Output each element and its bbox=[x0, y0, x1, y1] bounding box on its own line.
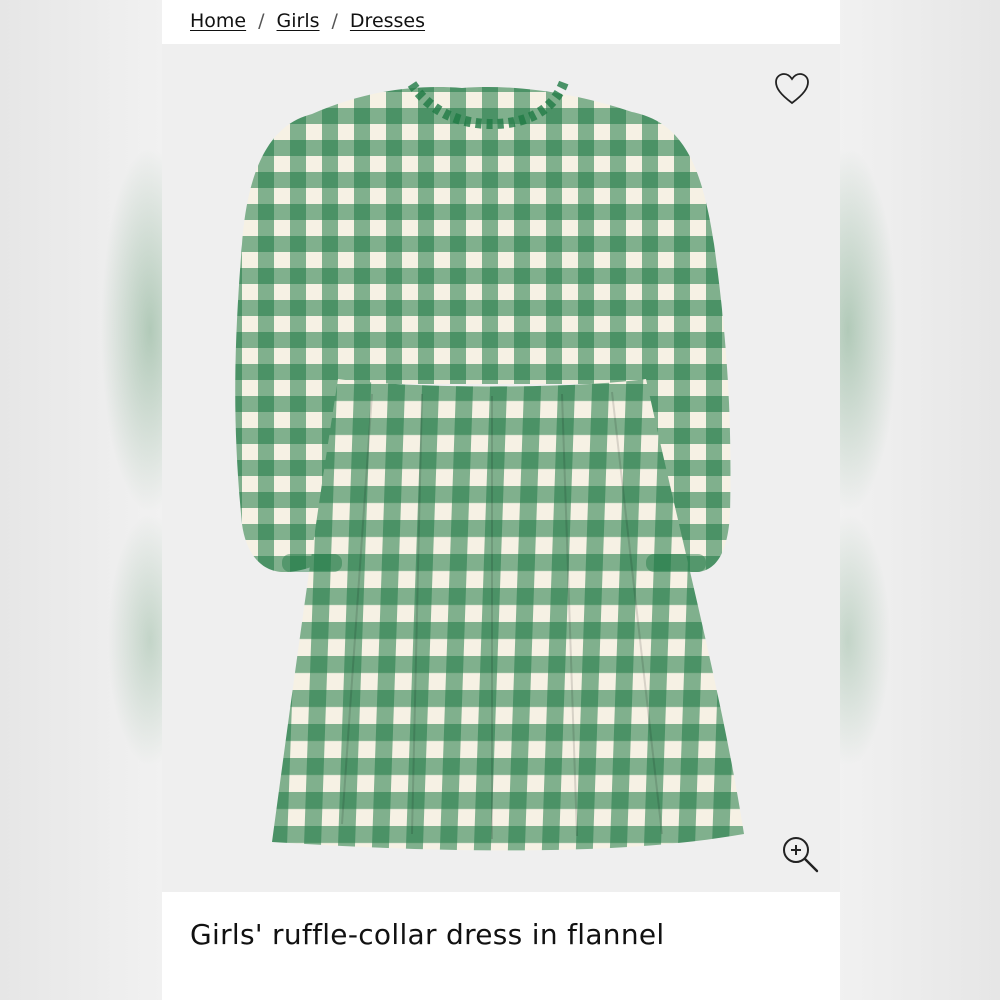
product-title: Girls' ruffle-collar dress in flannel bbox=[190, 918, 665, 951]
heart-icon[interactable] bbox=[774, 72, 810, 106]
bodice bbox=[312, 87, 646, 384]
breadcrumb-separator: / bbox=[258, 10, 265, 32]
zoom-in-icon[interactable] bbox=[780, 834, 820, 874]
right-edge-backdrop bbox=[838, 0, 1000, 1000]
left-cuff bbox=[282, 554, 342, 572]
product-panel: Home / Girls / Dresses Girls' ruffle-col… bbox=[162, 0, 840, 1000]
breadcrumb-girls[interactable]: Girls bbox=[277, 10, 320, 32]
breadcrumb-home[interactable]: Home bbox=[190, 10, 246, 32]
product-image-area[interactable] bbox=[162, 44, 840, 892]
breadcrumb-separator: / bbox=[331, 10, 338, 32]
breadcrumb-dresses[interactable]: Dresses bbox=[350, 10, 425, 32]
product-image bbox=[235, 80, 744, 851]
breadcrumb: Home / Girls / Dresses bbox=[190, 4, 425, 38]
right-cuff bbox=[646, 554, 706, 572]
left-edge-backdrop bbox=[0, 0, 162, 1000]
